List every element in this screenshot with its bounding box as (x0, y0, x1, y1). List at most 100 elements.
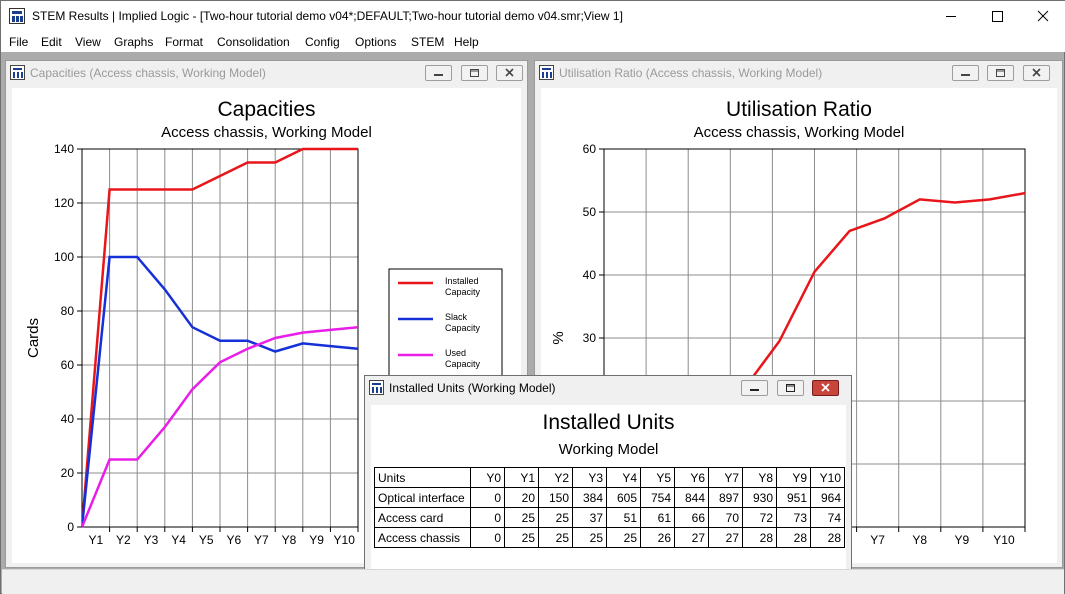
x-tick-label: Y10 (993, 533, 1015, 547)
table-cell: 951 (776, 487, 811, 508)
title-bar[interactable]: STEM Results | Implied Logic - [Two-hour… (1, 1, 1065, 32)
column-header: Y8 (742, 467, 777, 488)
x-tick-label: Y7 (254, 533, 269, 547)
table-cell: 72 (742, 507, 777, 528)
y-tick-label: 20 (61, 466, 75, 480)
x-tick-label: Y9 (309, 533, 324, 547)
installed-units-close-button[interactable] (812, 380, 839, 396)
table-cell: 25 (572, 527, 607, 548)
stem-app-icon (9, 8, 25, 24)
table-row[interactable]: Access card 0 25 25 37 51 61 66 70 72 73 74 (374, 507, 845, 528)
table-cell: 754 (640, 487, 675, 508)
menu-help[interactable]: Help (454, 35, 479, 49)
minimize-icon (750, 389, 759, 391)
capacities-close-button[interactable] (496, 65, 523, 81)
installed-units-restore-button[interactable] (777, 380, 804, 396)
x-tick-label: Y10 (334, 533, 356, 547)
table-cell: 26 (640, 527, 675, 548)
table-cell: 930 (742, 487, 777, 508)
column-header: Y7 (708, 467, 743, 488)
table-cell: 27 (708, 527, 743, 548)
table-cell: 37 (572, 507, 607, 528)
column-header: Y2 (538, 467, 573, 488)
column-header: Y4 (606, 467, 641, 488)
table-cell: 61 (640, 507, 675, 528)
x-tick-label: Y8 (282, 533, 297, 547)
chart-window-icon (10, 65, 25, 80)
x-tick-label: Y5 (199, 533, 214, 547)
table-cell: 0 (470, 527, 505, 548)
installed-units-client: Installed Units Working Model Units Y0 Y1 Y… (371, 405, 846, 593)
menu-view[interactable]: View (75, 35, 101, 49)
column-header: Y1 (504, 467, 539, 488)
menu-consolidation[interactable]: Consolidation (217, 35, 290, 49)
installed-units-table: Units Y0 Y1 Y2 Y3 Y4 Y5 Y6 Y7 Y8 Y9 Y10 Optical inte… (374, 467, 845, 548)
y-axis-label: % (550, 331, 567, 344)
y-tick-label: 50 (583, 205, 597, 219)
y-tick-label: 80 (61, 304, 75, 318)
y-tick-label: 0 (67, 520, 74, 534)
table-cell: 0 (470, 507, 505, 528)
column-header: Y10 (810, 467, 845, 488)
table-cell: 25 (504, 527, 539, 548)
utilisation-close-button[interactable] (1023, 65, 1050, 81)
maximize-button[interactable] (974, 1, 1020, 32)
column-header: Y9 (776, 467, 811, 488)
table-cell: 70 (708, 507, 743, 528)
column-header: Y3 (572, 467, 607, 488)
close-icon (505, 68, 514, 77)
table-row[interactable]: Optical interface 0 20 150 384 605 754 844 897 93… (374, 487, 845, 508)
installed-units-minimize-button[interactable] (741, 380, 768, 396)
menu-graphs[interactable]: Graphs (114, 35, 153, 49)
column-header: Y0 (470, 467, 505, 488)
restore-icon (996, 69, 1005, 77)
y-tick-label: 30 (583, 331, 597, 345)
row-label: Access card (374, 507, 471, 528)
menu-options[interactable]: Options (355, 35, 396, 49)
y-axis-label: Cards (25, 318, 42, 358)
menu-bar: File Edit View Graphs Format Consolidati… (1, 32, 1065, 52)
menu-file[interactable]: File (9, 35, 28, 49)
utilisation-minimize-button[interactable] (952, 65, 979, 81)
chart-window-icon (539, 65, 554, 80)
table-cell: 0 (470, 487, 505, 508)
capacities-window-caption[interactable]: Capacities (Access chassis, Working Mode… (6, 61, 527, 84)
utilisation-window-caption[interactable]: Utilisation Ratio (Access chassis, Worki… (535, 61, 1062, 84)
x-tick-label: Y2 (116, 533, 131, 547)
restore-icon (470, 69, 479, 77)
capacities-restore-button[interactable] (461, 65, 488, 81)
menu-edit[interactable]: Edit (41, 35, 62, 49)
menu-stem[interactable]: STEM (411, 35, 444, 49)
x-tick-label: Y1 (88, 533, 103, 547)
table-cell: 844 (674, 487, 709, 508)
minimize-button[interactable] (928, 1, 974, 32)
restore-icon (786, 384, 795, 392)
close-icon (1032, 68, 1041, 77)
table-cell: 25 (538, 507, 573, 528)
y-tick-label: 40 (583, 268, 597, 282)
table-cell: 28 (810, 527, 845, 548)
utilisation-restore-button[interactable] (987, 65, 1014, 81)
maximize-icon (992, 11, 1003, 22)
close-button[interactable] (1020, 1, 1065, 32)
table-cell: 27 (674, 527, 709, 548)
installed-units-window[interactable]: Installed Units (Working Model) Installe… (364, 375, 852, 594)
installed-units-window-caption[interactable]: Installed Units (Working Model) (365, 376, 851, 399)
table-cell: 74 (810, 507, 845, 528)
x-tick-label: Y4 (171, 533, 186, 547)
column-header: Y6 (674, 467, 709, 488)
table-cell: 150 (538, 487, 573, 508)
installed-units-title: Installed Units (542, 411, 675, 434)
table-cell: 20 (504, 487, 539, 508)
capacities-minimize-button[interactable] (425, 65, 452, 81)
legend-entry: Installed Capacity (445, 276, 481, 297)
table-cell: 605 (606, 487, 641, 508)
minimize-icon (961, 74, 970, 76)
table-cell: 51 (606, 507, 641, 528)
menu-config[interactable]: Config (305, 35, 340, 49)
table-cell: 897 (708, 487, 743, 508)
table-row[interactable]: Access chassis 0 25 25 25 25 26 27 27 28 28 28 (374, 527, 845, 548)
menu-format[interactable]: Format (165, 35, 203, 49)
y-tick-label: 120 (54, 196, 74, 210)
close-icon (821, 383, 830, 392)
